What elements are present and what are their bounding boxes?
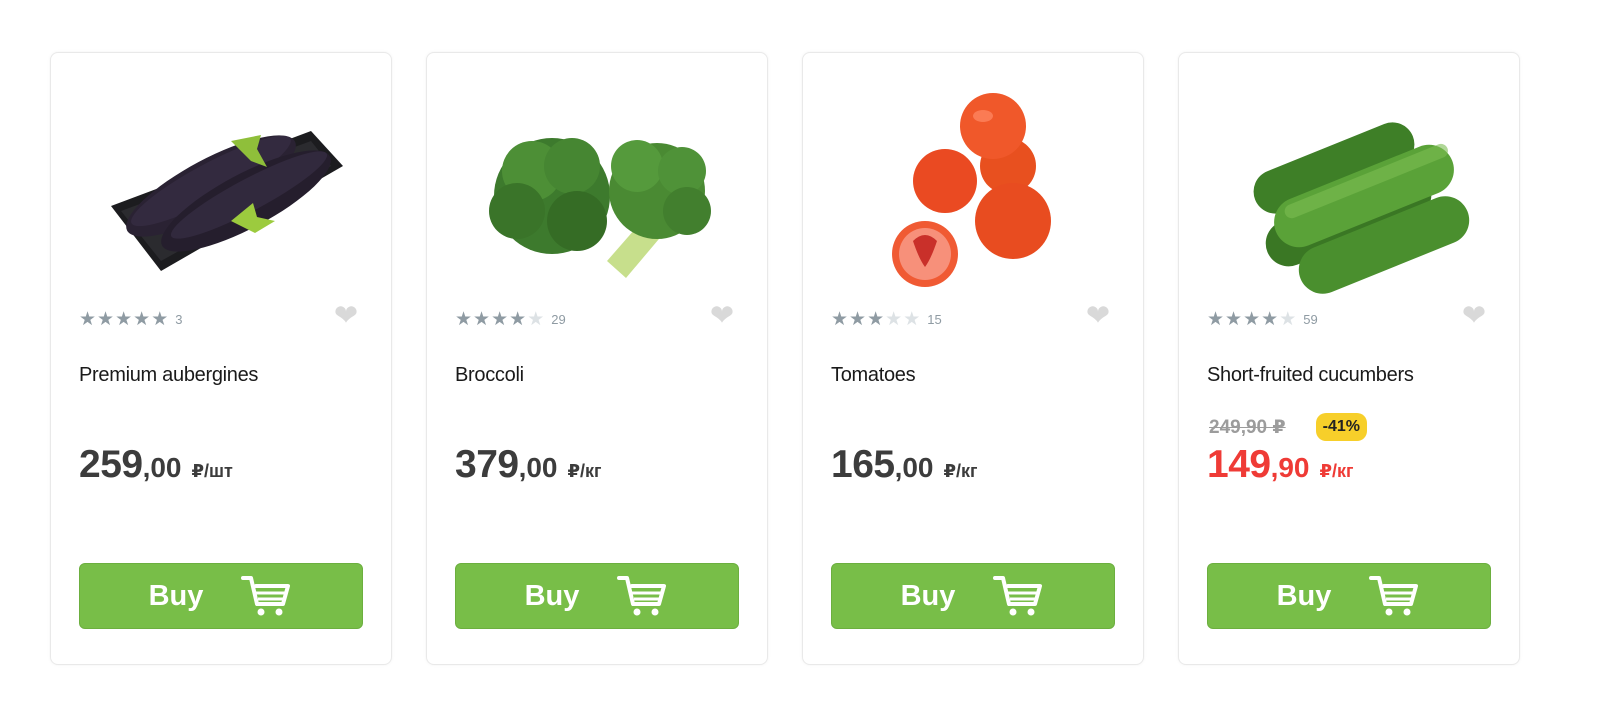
star-icon: ★ (491, 309, 509, 330)
review-count[interactable]: 15 (927, 309, 941, 331)
buy-button-label: Buy (1276, 579, 1332, 612)
price-integer: 379 (455, 443, 519, 486)
product-card[interactable]: ★ ★ ★ ★ ★ 29 ❤ Broccoli 379 ,00 ₽/кг Buy (426, 52, 768, 665)
star-icon: ★ (509, 309, 527, 330)
price-unit: ₽/кг (567, 461, 602, 481)
rating: ★ ★ ★ ★ ★ 15 (831, 309, 942, 331)
heart-icon[interactable]: ❤ (1459, 302, 1489, 331)
star-icon: ★ (79, 309, 97, 330)
buy-button-label: Buy (524, 579, 580, 612)
star-rating: ★ ★ ★ ★ ★ (1207, 309, 1297, 331)
star-icon: ★ (115, 309, 133, 330)
star-icon: ★ (527, 309, 545, 330)
star-icon: ★ (1279, 309, 1297, 330)
broccoli-image[interactable] (457, 71, 739, 301)
price: 379 ,00 ₽/кг (455, 443, 602, 487)
old-price: 249,90 ₽ (1209, 416, 1286, 438)
price-fraction: ,90 (1270, 452, 1310, 483)
product-card[interactable]: ★ ★ ★ ★ ★ 3 ❤ Premium aubergines 259 ,00… (50, 52, 392, 665)
cart-icon (617, 574, 669, 618)
star-icon: ★ (885, 309, 903, 330)
star-rating: ★ ★ ★ ★ ★ (455, 309, 545, 331)
review-count[interactable]: 29 (551, 309, 565, 331)
heart-icon[interactable]: ❤ (707, 302, 737, 331)
cucumbers-image[interactable] (1209, 71, 1491, 301)
star-icon: ★ (1243, 309, 1261, 330)
review-count[interactable]: 3 (175, 309, 182, 331)
buy-button[interactable]: Buy (79, 563, 363, 629)
star-icon: ★ (97, 309, 115, 330)
star-icon: ★ (133, 309, 151, 330)
cart-icon (993, 574, 1045, 618)
heart-icon[interactable]: ❤ (331, 302, 361, 331)
price-integer: 149 (1207, 443, 1271, 486)
buy-button[interactable]: Buy (831, 563, 1115, 629)
cart-icon (241, 574, 293, 618)
star-icon: ★ (1261, 309, 1279, 330)
star-icon: ★ (1225, 309, 1243, 330)
star-rating: ★ ★ ★ ★ ★ (79, 309, 169, 331)
price-fraction: ,00 (142, 452, 182, 483)
star-icon: ★ (867, 309, 885, 330)
rating: ★ ★ ★ ★ ★ 29 (455, 309, 566, 331)
rating: ★ ★ ★ ★ ★ 3 (79, 309, 182, 331)
star-icon: ★ (849, 309, 867, 330)
product-grid: ★ ★ ★ ★ ★ 3 ❤ Premium aubergines 259 ,00… (0, 0, 1600, 717)
price-integer: 165 (831, 443, 895, 486)
heart-icon[interactable]: ❤ (1083, 302, 1113, 331)
star-icon: ★ (151, 309, 169, 330)
buy-button[interactable]: Buy (455, 563, 739, 629)
review-count[interactable]: 59 (1303, 309, 1317, 331)
price: 259 ,00 ₽/шт (79, 443, 233, 487)
old-price-row: 249,90 ₽ -41% (1209, 412, 1367, 442)
buy-button-label: Buy (900, 579, 956, 612)
star-icon: ★ (1207, 309, 1225, 330)
product-name[interactable]: Premium aubergines (79, 364, 369, 387)
sale-price: 149 ,90 ₽/кг (1207, 443, 1354, 487)
product-card[interactable]: ★ ★ ★ ★ ★ 59 ❤ Short-fruited cucumbers 2… (1178, 52, 1520, 665)
price-integer: 259 (79, 443, 143, 486)
star-icon: ★ (473, 309, 491, 330)
aubergine-image[interactable] (81, 71, 363, 301)
price-unit: ₽/кг (1319, 461, 1354, 481)
star-rating: ★ ★ ★ ★ ★ (831, 309, 921, 331)
star-icon: ★ (455, 309, 473, 330)
price-unit: ₽/кг (943, 461, 978, 481)
discount-badge: -41% (1315, 413, 1367, 441)
cart-icon (1369, 574, 1421, 618)
rating: ★ ★ ★ ★ ★ 59 (1207, 309, 1318, 331)
tomatoes-image[interactable] (833, 71, 1115, 301)
product-card[interactable]: ★ ★ ★ ★ ★ 15 ❤ Tomatoes 165 ,00 ₽/кг Buy (802, 52, 1144, 665)
buy-button[interactable]: Buy (1207, 563, 1491, 629)
star-icon: ★ (831, 309, 849, 330)
product-name[interactable]: Short-fruited cucumbers (1207, 364, 1497, 387)
star-icon: ★ (903, 309, 921, 330)
price-fraction: ,00 (518, 452, 558, 483)
price: 165 ,00 ₽/кг (831, 443, 978, 487)
product-name[interactable]: Broccoli (455, 364, 745, 387)
buy-button-label: Buy (148, 579, 204, 612)
price-fraction: ,00 (894, 452, 934, 483)
product-name[interactable]: Tomatoes (831, 364, 1121, 387)
price-unit: ₽/шт (191, 461, 233, 481)
